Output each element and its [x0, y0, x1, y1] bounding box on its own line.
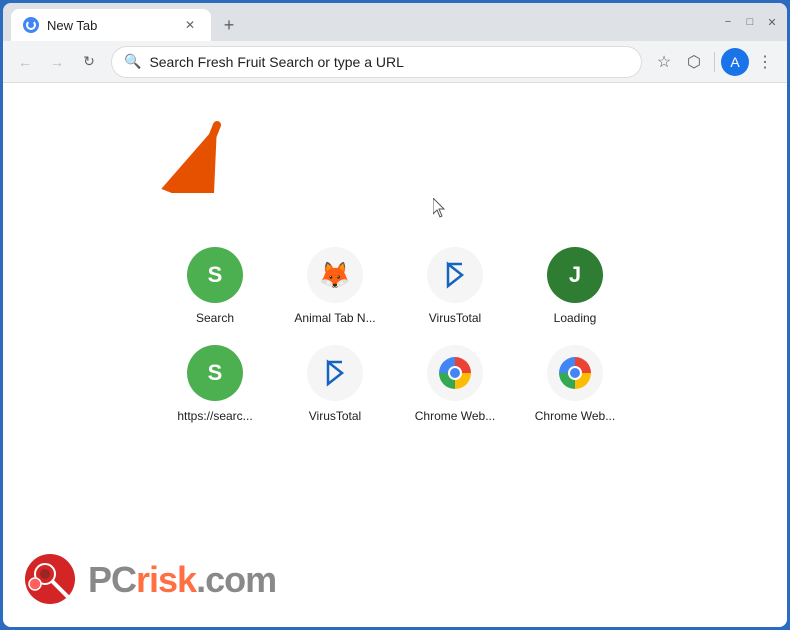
tab-title: New Tab: [47, 18, 173, 33]
minimize-button[interactable]: −: [721, 15, 735, 29]
shortcuts-grid: S Search 🦊 Animal Tab N... VirusT: [165, 247, 625, 423]
arrow-svg: [143, 113, 243, 193]
watermark-risk: risk: [136, 559, 196, 600]
chrome-icon1-inner: [448, 366, 462, 380]
shortcut-label-animal: Animal Tab N...: [294, 311, 375, 325]
shortcut-label-chrome-web2: Chrome Web...: [535, 409, 615, 423]
new-tab-button[interactable]: +: [215, 11, 243, 39]
forward-button[interactable]: →: [43, 48, 71, 76]
shortcut-label-loading: Loading: [554, 311, 597, 325]
watermark-text: PCrisk.com: [88, 559, 276, 601]
chrome-icon1: [439, 357, 471, 389]
watermark-domain: .com: [196, 559, 276, 600]
shortcut-icon-virustotal2: [307, 345, 363, 401]
shortcut-icon-virustotal: [427, 247, 483, 303]
browser-window: New Tab ✕ + − □ ✕ ← → ↻ 🔍 Search Fresh F…: [3, 3, 787, 627]
tab-favicon: [23, 17, 39, 33]
tab-close-button[interactable]: ✕: [181, 16, 199, 34]
toolbar-divider: [714, 52, 715, 72]
shortcut-icon-chrome-web2: [547, 345, 603, 401]
shortcut-label-virustotal2: VirusTotal: [309, 409, 361, 423]
page-content: S Search 🦊 Animal Tab N... VirusT: [3, 83, 787, 627]
shortcut-https-search[interactable]: S https://searc...: [165, 345, 265, 423]
shortcut-virustotal2[interactable]: VirusTotal: [285, 345, 385, 423]
shortcut-label-chrome-web1: Chrome Web...: [415, 409, 495, 423]
shortcut-loading[interactable]: J Loading: [525, 247, 625, 325]
shortcut-virustotal[interactable]: VirusTotal: [405, 247, 505, 325]
shortcut-label-search: Search: [196, 311, 234, 325]
search-icon: 🔍: [124, 53, 141, 70]
shortcut-animal-tab[interactable]: 🦊 Animal Tab N...: [285, 247, 385, 325]
shortcut-chrome-web1[interactable]: Chrome Web...: [405, 345, 505, 423]
shortcut-icon-animal: 🦊: [307, 247, 363, 303]
omnibox[interactable]: 🔍 Search Fresh Fruit Search or type a UR…: [111, 46, 642, 78]
shortcut-chrome-web2[interactable]: Chrome Web...: [525, 345, 625, 423]
shortcut-label-https-search: https://searc...: [177, 409, 252, 423]
toolbar-actions: ☆ ⬡ A ⋮: [650, 48, 779, 76]
menu-button[interactable]: ⋮: [751, 48, 779, 76]
arrow-annotation: [143, 113, 243, 193]
shortcut-icon-loading: J: [547, 247, 603, 303]
shortcut-label-virustotal: VirusTotal: [429, 311, 481, 325]
profile-button[interactable]: A: [721, 48, 749, 76]
pcrisk-logo: [23, 552, 78, 607]
reload-button[interactable]: ↻: [75, 48, 103, 76]
tab-favicon-icon: [26, 20, 36, 30]
back-button[interactable]: ←: [11, 48, 39, 76]
tab-area: New Tab ✕ +: [11, 3, 709, 41]
bookmark-button[interactable]: ☆: [650, 48, 678, 76]
omnibox-text: Search Fresh Fruit Search or type a URL: [149, 54, 629, 70]
watermark-pc: PC: [88, 559, 136, 600]
cursor-indicator: [433, 198, 449, 218]
window-controls: − □ ✕: [721, 15, 779, 29]
shortcut-search[interactable]: S Search: [165, 247, 265, 325]
extensions-button[interactable]: ⬡: [680, 48, 708, 76]
close-window-button[interactable]: ✕: [765, 15, 779, 29]
shortcut-icon-https-search: S: [187, 345, 243, 401]
maximize-button[interactable]: □: [743, 15, 757, 29]
title-bar: New Tab ✕ + − □ ✕: [3, 3, 787, 41]
shortcut-icon-chrome-web1: [427, 345, 483, 401]
watermark: PCrisk.com: [23, 552, 276, 607]
chrome-icon2-inner: [568, 366, 582, 380]
shortcut-icon-search: S: [187, 247, 243, 303]
active-tab[interactable]: New Tab ✕: [11, 9, 211, 41]
toolbar: ← → ↻ 🔍 Search Fresh Fruit Search or typ…: [3, 41, 787, 83]
chrome-icon2: [559, 357, 591, 389]
